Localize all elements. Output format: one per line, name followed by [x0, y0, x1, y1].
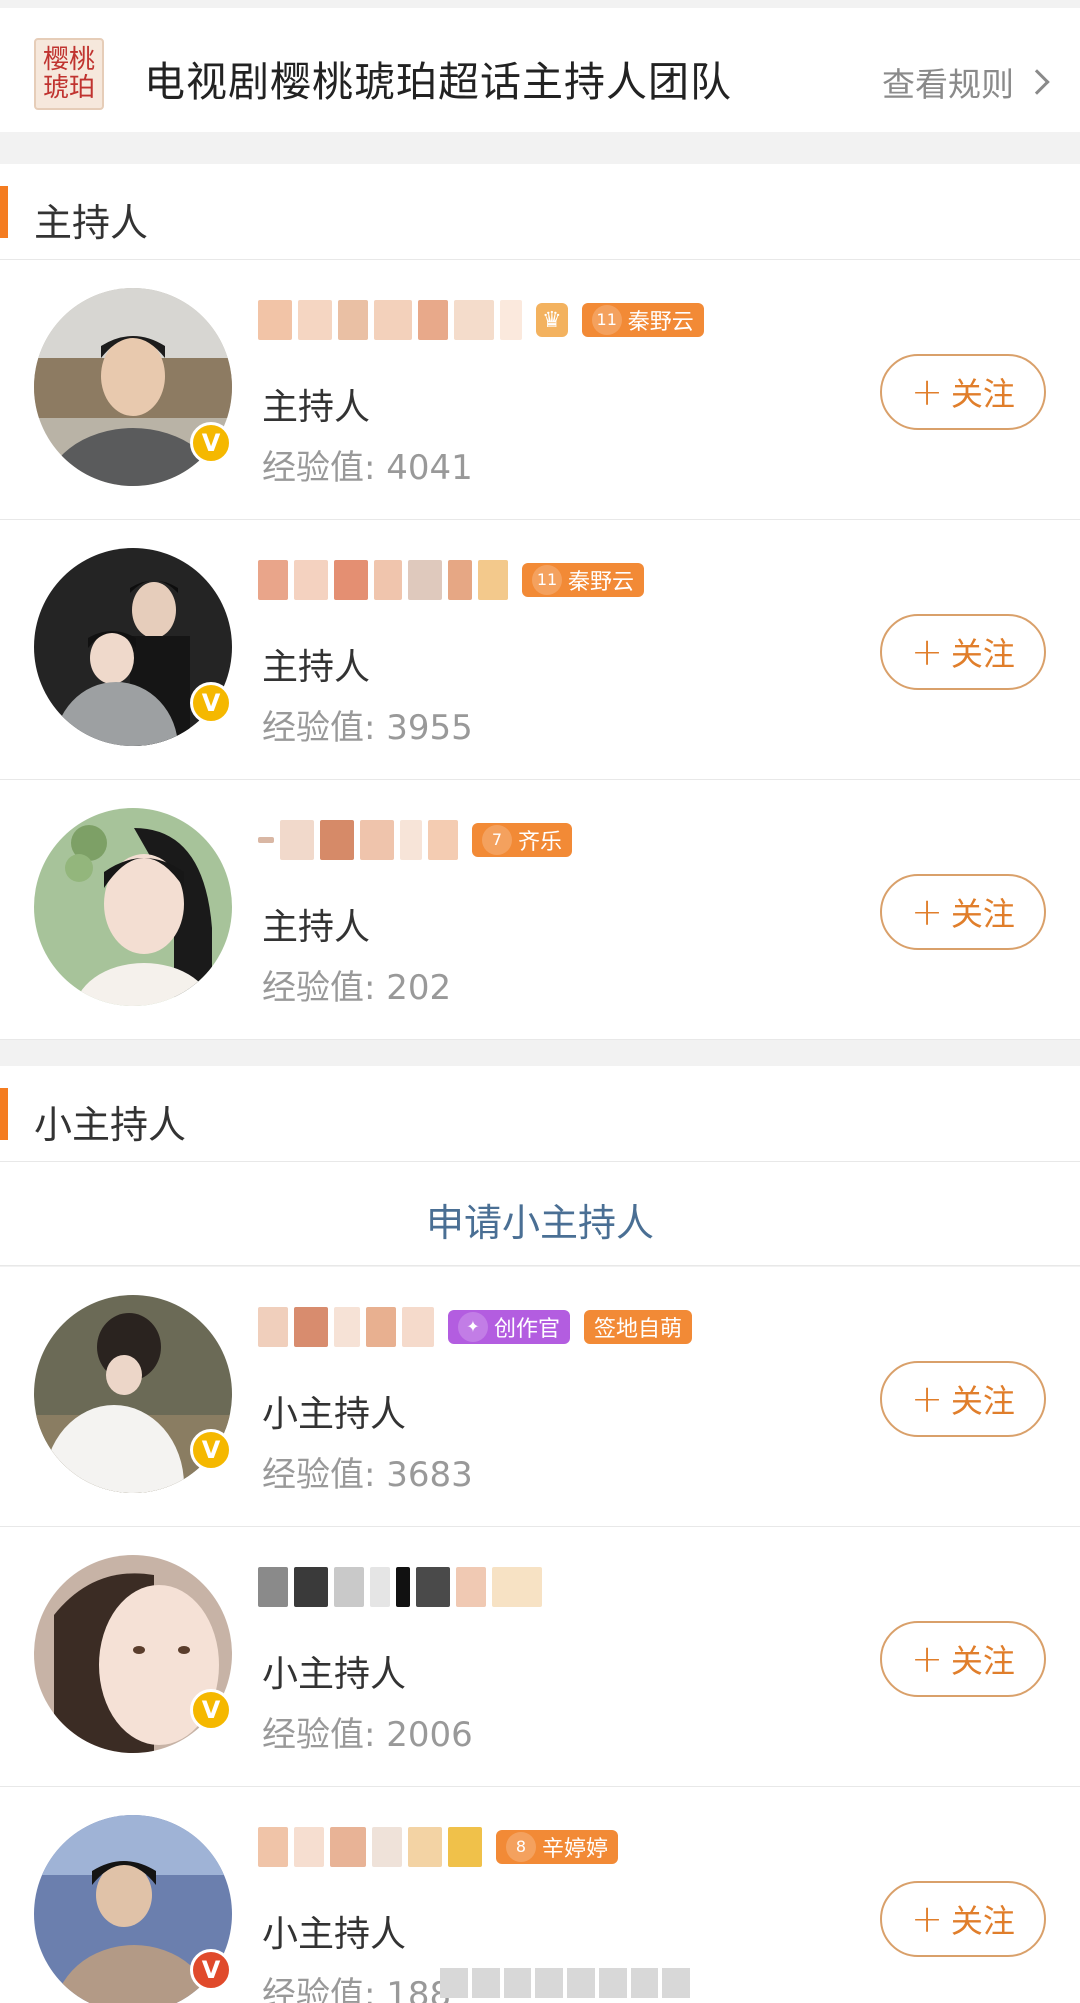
user-exp: 经验值: 188 — [262, 1975, 452, 2003]
crown-icon: ♛ — [536, 303, 568, 337]
page-title: 电视剧樱桃琥珀超话主持人团队 — [144, 58, 732, 106]
plus-icon: + — [911, 1377, 943, 1421]
user-role: 主持人 — [262, 647, 371, 688]
follow-button[interactable]: + 关注 — [880, 874, 1046, 950]
verified-badge: V — [190, 1949, 232, 1991]
user-role: 主持人 — [262, 387, 371, 428]
avatar[interactable] — [34, 808, 232, 1006]
follow-button[interactable]: + 关注 — [880, 614, 1046, 690]
fan-level-tag: 7 齐乐 — [472, 823, 573, 857]
user-exp: 经验值: 2006 — [262, 1715, 473, 1755]
verified-badge: V — [190, 422, 232, 464]
section-title: 小主持人 — [34, 1103, 187, 1147]
apply-junior-host-row[interactable]: 申请小主持人 — [0, 1162, 1080, 1266]
topic-logo: 樱桃琥珀 — [34, 38, 104, 110]
host-row[interactable]: 7 齐乐 主持人 经验值: 202 + 关注 — [0, 780, 1080, 1040]
view-rules-label: 查看规则 — [882, 65, 1014, 104]
section-accent-bar — [0, 1088, 8, 1140]
plus-icon: + — [911, 1897, 943, 1941]
follow-button[interactable]: + 关注 — [880, 1361, 1046, 1437]
plus-icon: + — [911, 890, 943, 934]
section-header-hosts: 主持人 — [0, 164, 1080, 260]
plus-icon: + — [911, 630, 943, 674]
fan-level-tag: 11 秦野云 — [581, 303, 704, 337]
user-exp: 经验值: 4041 — [262, 448, 473, 488]
username-blurred[interactable]: 8 辛婷婷 — [258, 1825, 619, 1869]
follow-button[interactable]: + 关注 — [880, 354, 1046, 430]
verified-badge: V — [190, 1429, 232, 1471]
user-exp: 经验值: 3683 — [262, 1455, 473, 1495]
watermark-blur — [440, 1968, 690, 1998]
follow-button[interactable]: + 关注 — [880, 1621, 1046, 1697]
junior-host-row[interactable]: V ✦ 创作官 签地自萌 小主持人 经验值: 3683 + 关注 — [0, 1267, 1080, 1527]
topic-header: 樱桃琥珀 电视剧樱桃琥珀超话主持人团队 查看规则 — [0, 8, 1080, 132]
checkin-tag: 签地自萌 — [584, 1310, 693, 1344]
user-role: 主持人 — [262, 907, 371, 948]
creator-tag: ✦ 创作官 — [448, 1310, 571, 1344]
host-row[interactable]: V 11 秦野云 主持人 经验值: 3955 + 关注 — [0, 520, 1080, 780]
section-title: 主持人 — [34, 201, 149, 245]
user-role: 小主持人 — [262, 1654, 407, 1695]
username-blurred[interactable]: 7 齐乐 — [258, 818, 573, 862]
user-role: 小主持人 — [262, 1394, 407, 1435]
username-blurred[interactable]: 11 秦野云 — [258, 558, 645, 602]
chevron-right-icon — [1024, 69, 1050, 95]
apply-junior-host-link[interactable]: 申请小主持人 — [0, 1192, 1080, 1247]
fan-level-tag: 11 秦野云 — [522, 563, 645, 597]
user-exp: 经验值: 202 — [262, 968, 452, 1008]
user-exp: 经验值: 3955 — [262, 708, 473, 748]
fan-level-tag: 8 辛婷婷 — [496, 1830, 619, 1864]
username-blurred[interactable]: ✦ 创作官 签地自萌 — [258, 1305, 693, 1349]
section-accent-bar — [0, 186, 8, 238]
junior-host-row[interactable]: V 小主持人 经验值: 2006 + 关注 — [0, 1527, 1080, 1787]
verified-badge: V — [190, 1689, 232, 1731]
view-rules-link[interactable]: 查看规则 — [882, 58, 1050, 106]
user-role: 小主持人 — [262, 1914, 407, 1955]
username-blurred[interactable] — [258, 1565, 542, 1609]
host-row[interactable]: V ♛ 11 秦野云 主持人 经验值: 4041 + 关注 — [0, 260, 1080, 520]
verified-badge: V — [190, 682, 232, 724]
follow-button[interactable]: + 关注 — [880, 1881, 1046, 1957]
username-blurred[interactable]: ♛ 11 秦野云 — [258, 298, 704, 342]
plus-icon: + — [911, 1637, 943, 1681]
section-header-junior-hosts: 小主持人 — [0, 1066, 1080, 1162]
topic-logo-text: 樱桃琥珀 — [42, 45, 95, 103]
plus-icon: + — [911, 370, 943, 414]
